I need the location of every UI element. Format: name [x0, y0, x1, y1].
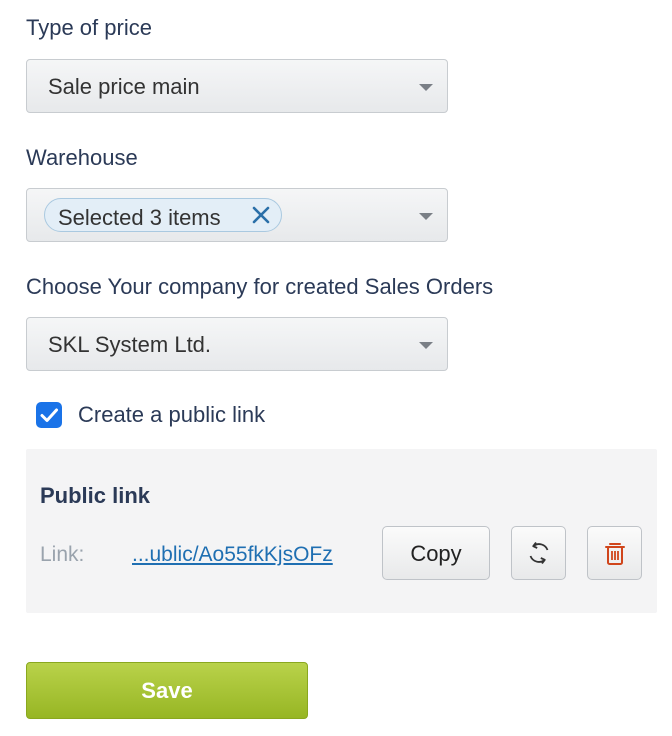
trash-icon [605, 543, 625, 565]
price-type-label: Type of price [26, 15, 152, 40]
company-value: SKL System Ltd. [48, 332, 212, 357]
chevron-down-icon [419, 84, 433, 91]
public-link-panel: Public link Link: ...ublic/Ao55fkKjsOFz … [26, 449, 657, 613]
price-type-value: Sale price main [48, 74, 200, 99]
refresh-icon [529, 541, 549, 565]
public-link-title: Public link [40, 483, 151, 508]
price-type-select[interactable]: Sale price main [26, 59, 448, 113]
link-key-label: Link: [40, 543, 85, 566]
delete-link-button[interactable] [587, 526, 642, 580]
chip-label: Selected 3 items [58, 205, 221, 230]
public-link-checkbox-label[interactable]: Create a public link [78, 402, 265, 428]
copy-button[interactable]: Copy [382, 526, 490, 580]
chevron-down-icon [419, 213, 433, 220]
warehouse-selected-chip: Selected 3 items [44, 198, 282, 232]
warehouse-multiselect[interactable]: Selected 3 items [26, 188, 448, 242]
save-button-label: Save [141, 678, 193, 703]
chevron-down-icon [419, 342, 433, 349]
save-button[interactable]: Save [26, 662, 308, 719]
warehouse-label: Warehouse [26, 145, 138, 170]
public-link-url[interactable]: ...ublic/Ao55fkKjsOFz [132, 543, 333, 567]
close-icon[interactable] [250, 204, 272, 226]
company-select[interactable]: SKL System Ltd. [26, 317, 448, 371]
copy-button-label: Copy [410, 541, 462, 566]
refresh-link-button[interactable] [511, 526, 566, 580]
public-link-checkbox[interactable] [36, 402, 62, 428]
checkmark-icon [40, 408, 58, 422]
company-label: Choose Your company for created Sales Or… [26, 274, 494, 299]
